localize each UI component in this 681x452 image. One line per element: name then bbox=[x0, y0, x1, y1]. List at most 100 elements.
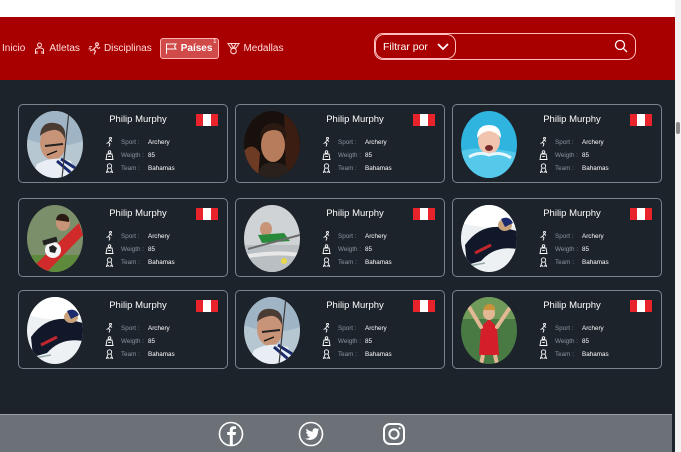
team-row: Team : Bahamas bbox=[539, 348, 609, 360]
footer bbox=[0, 414, 672, 452]
sport-icon bbox=[323, 323, 330, 333]
sport-value: Archery bbox=[582, 232, 604, 240]
sport-icon bbox=[323, 137, 330, 147]
weight-icon bbox=[105, 336, 114, 346]
nav-disciplinas[interactable]: Disciplinas bbox=[88, 42, 152, 55]
search-bar[interactable]: Filtrar por bbox=[374, 33, 636, 60]
search-icon[interactable] bbox=[614, 39, 628, 53]
sport-row: Sport : Archery bbox=[322, 322, 387, 334]
sport-label: Sport : bbox=[555, 324, 574, 332]
athlete-card[interactable]: Philip Murphy Sport : Archery Weigth : 85 Tea… bbox=[452, 104, 662, 183]
athlete-photo bbox=[244, 297, 300, 364]
nav-atletas[interactable]: Atletas bbox=[33, 42, 80, 55]
sport-icon bbox=[106, 323, 113, 333]
weight-label: Weigth : bbox=[555, 151, 578, 159]
sport-icon bbox=[323, 231, 330, 241]
sport-label: Sport : bbox=[121, 324, 140, 332]
flag-icon bbox=[413, 114, 435, 126]
team-icon bbox=[322, 163, 331, 173]
athlete-card[interactable]: Philip Murphy Sport : Archery Weigth : 85 Tea… bbox=[452, 290, 662, 369]
athlete-photo bbox=[27, 205, 83, 272]
weight-row: Weigth : 85 bbox=[322, 243, 372, 255]
team-label: Team : bbox=[555, 258, 574, 266]
athlete-name: Philip Murphy bbox=[543, 208, 601, 219]
sport-row: Sport : Archery bbox=[539, 322, 604, 334]
weight-icon bbox=[105, 150, 114, 160]
weight-icon bbox=[539, 244, 548, 254]
team-icon bbox=[539, 257, 548, 267]
nav-medallas[interactable]: Medallas bbox=[227, 42, 283, 55]
team-value: Bahamas bbox=[148, 350, 175, 358]
weight-label: Weigth : bbox=[555, 337, 578, 345]
sport-row: Sport : Archery bbox=[539, 230, 604, 242]
athlete-card[interactable]: Philip Murphy Sport : Archery Weigth : 85 Tea… bbox=[18, 198, 228, 277]
sport-icon bbox=[106, 231, 113, 241]
sport-value: Archery bbox=[365, 232, 387, 240]
weight-row: Weigth : 85 bbox=[105, 243, 155, 255]
nav-medallas-label: Medallas bbox=[243, 43, 284, 54]
sport-label: Sport : bbox=[338, 324, 357, 332]
team-row: Team : Bahamas bbox=[322, 162, 392, 174]
filter-dropdown[interactable]: Filtrar por bbox=[375, 34, 456, 59]
athlete-photo bbox=[27, 297, 83, 364]
sport-row: Sport : Archery bbox=[105, 136, 170, 148]
sport-value: Archery bbox=[148, 232, 170, 240]
weight-icon bbox=[539, 336, 548, 346]
weight-icon bbox=[322, 150, 331, 160]
team-label: Team : bbox=[338, 258, 357, 266]
athlete-photo bbox=[27, 111, 83, 178]
weight-icon bbox=[322, 336, 331, 346]
weight-row: Weigth : 85 bbox=[105, 335, 155, 347]
weight-value: 85 bbox=[365, 337, 373, 345]
team-icon bbox=[105, 257, 114, 267]
facebook-icon[interactable] bbox=[218, 421, 244, 447]
athlete-photo bbox=[461, 297, 517, 364]
weight-value: 85 bbox=[365, 245, 373, 253]
athlete-card[interactable]: Philip Murphy Sport : Archery Weigth : 85 Tea… bbox=[18, 290, 228, 369]
athlete-name: Philip Murphy bbox=[543, 114, 601, 125]
team-label: Team : bbox=[338, 164, 357, 172]
sport-row: Sport : Archery bbox=[322, 136, 387, 148]
athlete-card[interactable]: Philip Murphy Sport : Archery Weigth : 85 Tea… bbox=[452, 198, 662, 277]
nav-disciplinas-label: Disciplinas bbox=[103, 43, 152, 54]
team-label: Team : bbox=[555, 164, 574, 172]
weight-label: Weigth : bbox=[555, 245, 578, 253]
weight-row: Weigth : 85 bbox=[322, 149, 372, 161]
athlete-name: Philip Murphy bbox=[109, 300, 167, 311]
nav-inicio[interactable]: Inicio bbox=[2, 43, 25, 54]
top-margin bbox=[0, 0, 681, 17]
weight-row: Weigth : 85 bbox=[105, 149, 155, 161]
flag-icon bbox=[165, 43, 177, 54]
athlete-card[interactable]: Philip Murphy Sport : Archery Weigth : 85 Tea… bbox=[18, 104, 228, 183]
team-label: Team : bbox=[121, 164, 140, 172]
team-label: Team : bbox=[121, 350, 140, 358]
sport-label: Sport : bbox=[121, 138, 140, 146]
team-label: Team : bbox=[555, 350, 574, 358]
twitter-icon[interactable] bbox=[298, 421, 324, 447]
medal-icon bbox=[227, 43, 241, 55]
sport-value: Archery bbox=[365, 324, 387, 332]
scrollbar-thumb[interactable] bbox=[676, 122, 680, 134]
athlete-name: Philip Murphy bbox=[543, 300, 601, 311]
athlete-card[interactable]: Philip Murphy Sport : Archery Weigth : 85 Tea… bbox=[235, 198, 445, 277]
scrollbar[interactable] bbox=[675, 0, 681, 452]
weight-row: Weigth : 85 bbox=[539, 335, 589, 347]
flag-icon bbox=[196, 208, 218, 220]
weight-value: 85 bbox=[148, 337, 156, 345]
team-value: Bahamas bbox=[365, 350, 392, 358]
athlete-card[interactable]: Philip Murphy Sport : Archery Weigth : 85 Tea… bbox=[235, 290, 445, 369]
team-icon bbox=[539, 349, 548, 359]
weight-label: Weigth : bbox=[338, 151, 361, 159]
nav-paises-badge: 1 bbox=[213, 39, 217, 45]
sport-icon bbox=[106, 137, 113, 147]
instagram-icon[interactable] bbox=[381, 421, 407, 447]
sport-value: Archery bbox=[148, 324, 170, 332]
nav-inicio-label: Inicio bbox=[2, 43, 26, 54]
team-value: Bahamas bbox=[582, 164, 609, 172]
weight-label: Weigth : bbox=[338, 245, 361, 253]
athlete-card[interactable]: Philip Murphy Sport : Archery Weigth : 85 Tea… bbox=[235, 104, 445, 183]
sport-label: Sport : bbox=[555, 232, 574, 240]
athlete-name: Philip Murphy bbox=[326, 114, 384, 125]
weight-row: Weigth : 85 bbox=[322, 335, 372, 347]
nav-paises[interactable]: Países 1 bbox=[159, 38, 220, 59]
